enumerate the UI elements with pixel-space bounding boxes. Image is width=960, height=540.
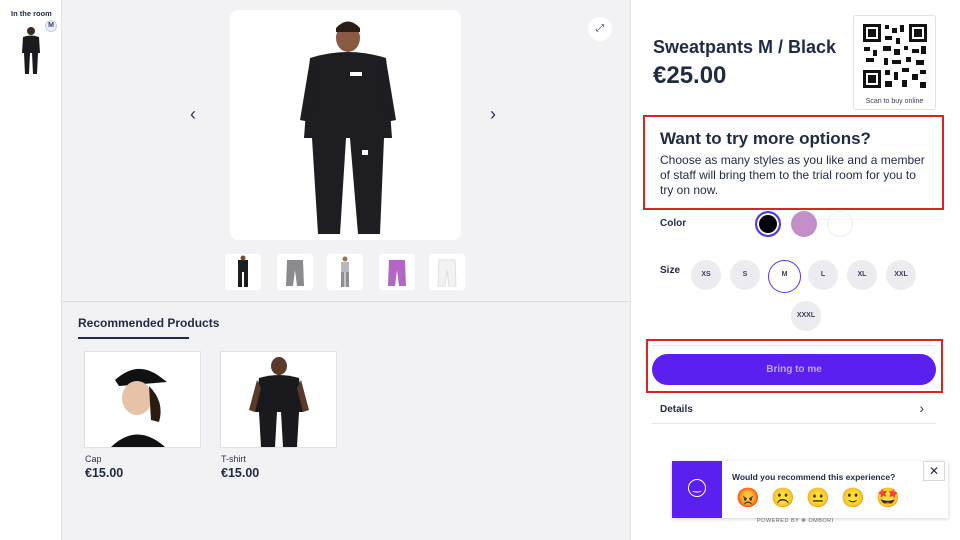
size-option-xxxl[interactable]: XXXL	[791, 301, 821, 331]
recommended-item-name: T-shirt	[221, 454, 247, 464]
product-price: €25.00	[653, 62, 727, 89]
chevron-right-icon: ›	[919, 400, 924, 416]
details-label: Details	[660, 404, 693, 415]
recommended-item-name: Cap	[85, 454, 102, 464]
rating-sad-icon[interactable]: ☹️	[771, 488, 795, 510]
close-icon[interactable]: ✕	[923, 461, 945, 481]
rating-happy-icon[interactable]: 🙂	[841, 488, 865, 510]
size-option-m[interactable]: M	[768, 260, 801, 293]
product-title: Sweatpants M / Black	[653, 37, 837, 57]
size-option-s[interactable]: S	[730, 260, 760, 290]
promo-text: Choose as many styles as you like and a …	[660, 153, 925, 197]
thumbnail-purple[interactable]	[379, 254, 415, 290]
rating-star-struck-icon[interactable]: 🤩	[876, 488, 900, 510]
chevron-right-icon[interactable]: ›	[490, 104, 496, 125]
recommended-underline	[78, 337, 189, 339]
size-option-l[interactable]: L	[808, 260, 838, 290]
feedback-widget: ‿ Would you recommend this experience? 😡…	[672, 461, 948, 518]
thumbnail-grey[interactable]	[277, 254, 313, 290]
recommended-item-price: €15.00	[221, 466, 260, 480]
rating-neutral-icon[interactable]: 😐	[806, 488, 830, 510]
color-swatch-white[interactable]	[827, 211, 853, 237]
feedback-question: Would you recommend this experience?	[732, 472, 896, 482]
recommended-title: Recommended Products	[78, 316, 220, 330]
smile-icon: ‿	[688, 479, 706, 497]
size-option-xxl[interactable]: XXL	[886, 260, 916, 290]
color-label: Color	[660, 218, 687, 229]
thumbnail-black[interactable]	[225, 254, 261, 290]
thumbnail-white[interactable]	[429, 254, 465, 290]
size-label: Size	[660, 265, 681, 276]
feedback-side-panel: ‿	[672, 461, 722, 518]
rating-angry-icon[interactable]: 😡	[736, 488, 760, 510]
in-the-room-sidebar: In the room M	[0, 0, 62, 540]
bring-to-me-button[interactable]: Bring to me	[652, 354, 936, 385]
promo-title: Want to try more options?	[660, 129, 871, 148]
divider	[652, 345, 936, 346]
details-accordion[interactable]: Details ›	[652, 396, 936, 424]
expand-icon[interactable]: ⤢	[588, 17, 612, 41]
size-option-xl[interactable]: XL	[847, 260, 877, 290]
color-swatch-purple[interactable]	[791, 211, 817, 237]
size-badge: M	[45, 20, 57, 32]
thumbnail-model-grey[interactable]	[327, 254, 363, 290]
qr-caption: Scan to buy online	[865, 98, 924, 105]
in-the-room-title: In the room	[11, 9, 52, 18]
recommended-item-price: €15.00	[85, 466, 124, 480]
chevron-left-icon[interactable]: ‹	[190, 104, 196, 125]
color-swatch-black[interactable]	[755, 211, 781, 237]
powered-by-footer: POWERED BY ❋ OMBORI	[757, 518, 834, 524]
main-product-image[interactable]	[230, 10, 461, 240]
qr-code	[853, 15, 936, 110]
recommended-card-image[interactable]	[220, 351, 337, 448]
recommended-card-image[interactable]	[84, 351, 201, 448]
size-option-xs[interactable]: XS	[691, 260, 721, 290]
